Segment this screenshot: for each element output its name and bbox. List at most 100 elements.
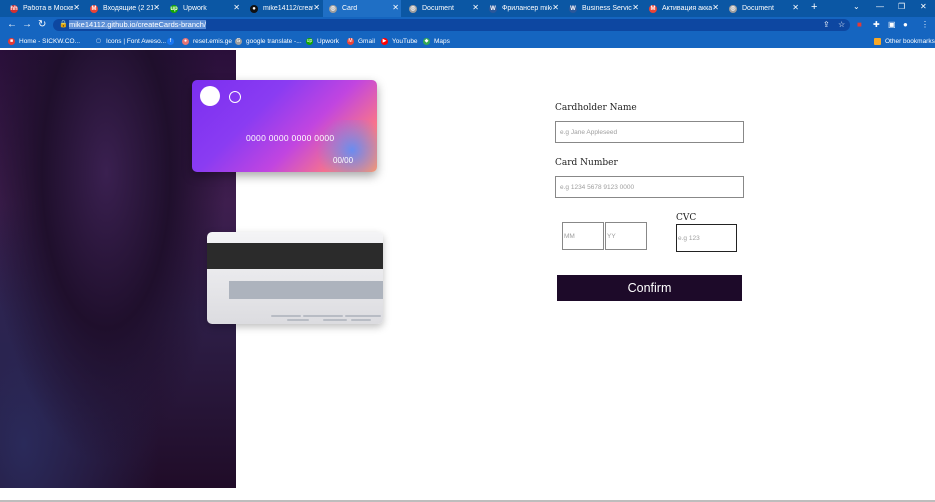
tab-label: Активация аккаун — [662, 5, 712, 12]
upwork-icon: up — [306, 37, 313, 45]
card-front: 0000 0000 0000 0000 00/00 — [192, 80, 377, 172]
bookmark-label: Icons | Font Aweso... — [106, 37, 167, 45]
bookmark-item[interactable]: f — [167, 34, 178, 48]
lock-icon[interactable]: 🔒 — [59, 20, 68, 28]
url-text[interactable]: mike14112.github.io/createCards-branch/ — [69, 19, 207, 31]
bookmark-item[interactable]: up Upwork — [306, 34, 339, 48]
globe-icon: ◎ — [729, 4, 737, 13]
google-icon: G — [235, 37, 242, 45]
tab-10[interactable]: ◎ Document ✕ — [723, 0, 801, 17]
tab-9[interactable]: M Активация аккаун✕ — [643, 0, 721, 17]
tab-close-icon[interactable]: ✕ — [792, 3, 799, 12]
bookmark-label: reset.emis.ge — [193, 37, 233, 45]
bookmark-item[interactable]: M Gmail — [347, 34, 375, 48]
tab-label: Document — [422, 5, 454, 12]
tab-close-icon[interactable]: ✕ — [233, 3, 240, 12]
profile-avatar-icon[interactable]: ● — [903, 20, 908, 29]
bookmark-label: Gmail — [358, 37, 375, 45]
expiry-year-input[interactable]: YY — [605, 222, 647, 250]
sidebar-icon[interactable]: ▣ — [888, 20, 896, 29]
bookmark-item[interactable]: ■ Home - SICKW.CO... — [8, 34, 80, 48]
word-icon: W — [569, 4, 577, 13]
bookmark-label: Home - SICKW.CO... — [19, 37, 81, 45]
tab-label: Document — [742, 5, 774, 12]
tab-label: Business Services — [582, 5, 632, 12]
folder-icon — [874, 37, 881, 45]
tab-3[interactable]: up Upwork ✕ — [164, 0, 242, 17]
gmail-icon: M — [347, 37, 354, 45]
cardholder-input[interactable]: e.g Jane Appleseed — [555, 121, 744, 143]
tab-close-icon[interactable]: ✕ — [153, 3, 160, 12]
forward-icon[interactable]: → — [22, 19, 32, 30]
cvc-label: CVC — [676, 213, 697, 223]
tab-close-icon[interactable]: ✕ — [472, 3, 479, 12]
star-icon[interactable]: ☆ — [838, 20, 845, 29]
tab-4[interactable]: ● mike14112/create ✕ — [244, 0, 322, 17]
bookmark-item[interactable]: ◆ Maps — [423, 34, 450, 48]
bookmark-item[interactable]: ▶ YouTube — [381, 34, 418, 48]
gmail-icon: M — [90, 4, 98, 13]
youtube-icon: ▶ — [381, 37, 388, 45]
card-number-label: Card Number — [555, 158, 618, 168]
card-number-input[interactable]: e.g 1234 5678 9123 0000 — [555, 176, 744, 198]
extension-red-icon[interactable]: ■ — [857, 20, 862, 29]
tab-2[interactable]: M Входящие (2 211)✕ — [84, 0, 162, 17]
bookmark-label: google translate -... — [246, 37, 302, 45]
word-icon: W — [489, 4, 497, 13]
tab-label: Card — [342, 5, 358, 12]
sickw-icon: ■ — [8, 37, 15, 45]
tab-close-icon[interactable]: ✕ — [712, 3, 719, 12]
gmail-icon: M — [649, 4, 657, 13]
reload-icon[interactable]: ↻ — [38, 19, 46, 30]
card-number-display: 0000 0000 0000 0000 — [246, 133, 335, 143]
tab-6[interactable]: ◎ Document ✕ — [403, 0, 481, 17]
tab-label: Работа в Москве, — [23, 5, 73, 12]
tab-label: Upwork — [183, 5, 207, 12]
tab-close-icon[interactable]: ✕ — [392, 3, 399, 12]
back-icon[interactable]: ← — [7, 19, 17, 30]
tab-close-icon[interactable]: ✕ — [313, 3, 320, 12]
cardholder-label: Cardholder Name — [555, 103, 637, 113]
new-tab-button[interactable]: + — [811, 1, 817, 13]
restore-button[interactable]: ❐ — [898, 2, 905, 11]
tab-1[interactable]: hh Работа в Москве,✕ — [4, 0, 82, 17]
close-window-button[interactable]: ✕ — [920, 2, 927, 11]
magnetic-strip — [207, 243, 383, 269]
tab-5[interactable]: ◎ Card ✕ — [323, 0, 401, 17]
cvc-input[interactable]: e.g 123 — [676, 224, 737, 252]
emis-icon: ● — [182, 37, 189, 45]
tab-label: Входящие (2 211) — [103, 5, 153, 12]
maps-icon: ◆ — [423, 37, 430, 45]
extensions-icon[interactable]: ✚ — [873, 20, 880, 29]
upwork-icon: up — [170, 4, 178, 13]
bookmark-item[interactable]: Ggoogle translate -... — [235, 34, 302, 48]
folder-icon: ▢ — [95, 37, 102, 45]
tab-label: Фрилансер mike1 — [502, 5, 552, 12]
card-back — [207, 232, 383, 324]
bookmark-label: YouTube — [392, 37, 418, 45]
tab-close-icon[interactable]: ✕ — [552, 3, 559, 12]
tab-label: mike14112/create — [263, 5, 313, 12]
tab-close-icon[interactable]: ✕ — [632, 3, 639, 12]
bookmark-item[interactable]: ▢ Icons | Font Aweso... — [95, 34, 166, 48]
card-logo-circle-large — [200, 86, 220, 106]
tab-close-icon[interactable]: ✕ — [73, 3, 80, 12]
other-bookmarks[interactable]: Other bookmarks — [874, 34, 935, 48]
menu-icon[interactable]: ⋮ — [921, 20, 929, 29]
confirm-button[interactable]: Confirm — [557, 275, 742, 301]
minimize-button[interactable]: — — [876, 2, 884, 11]
card-back-lines — [271, 315, 381, 321]
globe-icon: ◎ — [409, 4, 417, 13]
bookmark-item[interactable]: ● reset.emis.ge — [182, 34, 232, 48]
bookmark-label: Upwork — [317, 37, 340, 45]
tab-7[interactable]: W Фрилансер mike1✕ — [483, 0, 561, 17]
expiry-month-input[interactable]: MM — [562, 222, 604, 250]
tab-8[interactable]: W Business Services✕ — [563, 0, 641, 17]
card-expiry-display: 00/00 — [333, 156, 354, 165]
share-icon[interactable]: ⇪ — [823, 20, 830, 29]
bookmark-label: Maps — [434, 37, 450, 45]
tab-search-icon[interactable]: ⌄ — [853, 2, 860, 11]
github-icon: ● — [250, 4, 258, 13]
globe-icon: ◎ — [329, 4, 337, 13]
signature-strip — [229, 281, 383, 299]
